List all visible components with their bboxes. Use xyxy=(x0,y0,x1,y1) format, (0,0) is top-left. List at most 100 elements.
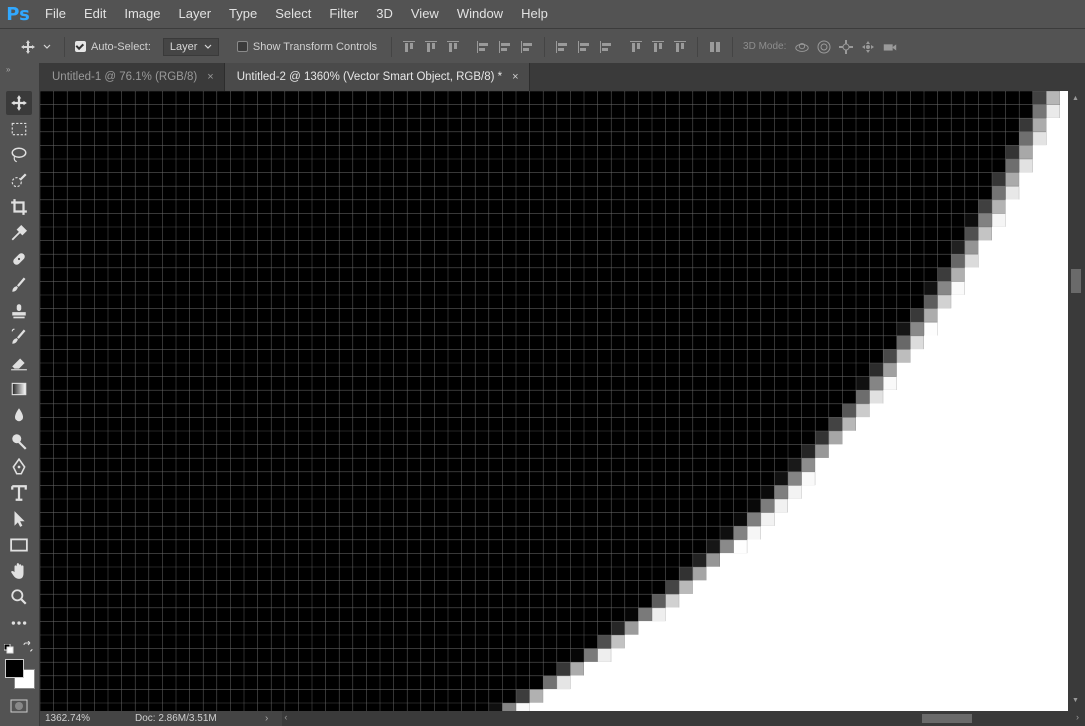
document-tab[interactable]: Untitled-2 @ 1360% (Vector Smart Object,… xyxy=(224,63,530,91)
separator xyxy=(697,36,699,57)
menu-edit[interactable]: Edit xyxy=(75,0,115,28)
align-icons xyxy=(398,39,538,55)
brush-icon[interactable] xyxy=(6,273,32,297)
quick-mask-icon[interactable] xyxy=(9,699,29,713)
zoom-icon[interactable] xyxy=(6,585,32,609)
align-vcenter-icon[interactable] xyxy=(423,39,439,55)
collapse-panel-icon[interactable]: » xyxy=(6,65,10,74)
separator xyxy=(544,36,546,57)
zoom-level[interactable]: 1362.74% xyxy=(40,713,125,724)
3d-camera-icon[interactable] xyxy=(882,39,898,55)
menu-layer[interactable]: Layer xyxy=(170,0,221,28)
quick-select-icon[interactable] xyxy=(6,169,32,193)
tab-list: Untitled-1 @ 76.1% (RGB/8) × Untitled-2 @ … xyxy=(40,63,530,91)
status-menu-chevron-icon[interactable]: › xyxy=(265,713,268,724)
gradient-icon[interactable] xyxy=(6,377,32,401)
3d-mode-label: 3D Mode: xyxy=(743,41,787,52)
menu-filter[interactable]: Filter xyxy=(320,0,367,28)
menu-type[interactable]: Type xyxy=(220,0,266,28)
menu-view[interactable]: View xyxy=(402,0,448,28)
align-right-icon[interactable] xyxy=(519,39,535,55)
menu-3d[interactable]: 3D xyxy=(367,0,402,28)
3d-orbit-icon[interactable] xyxy=(794,39,810,55)
status-bar: 1362.74% Doc: 2.86M/3.51M › ‹ › xyxy=(40,711,1085,726)
show-transform-checkbox[interactable] xyxy=(236,41,248,52)
vertical-scrollbar[interactable]: ▲ ▼ xyxy=(1068,91,1085,711)
scroll-left-icon[interactable]: ‹ xyxy=(284,712,287,722)
pixel-grid-artwork xyxy=(40,91,1070,711)
menu-items: File Edit Image Layer Type Select Filter 3D View… xyxy=(36,0,557,28)
doc-size: Doc: 2.86M/3.51M xyxy=(135,713,217,724)
document-tab[interactable]: Untitled-1 @ 76.1% (RGB/8) × xyxy=(40,63,225,91)
horizontal-scrollbar[interactable]: ‹ › xyxy=(282,711,1085,726)
align-top-icon[interactable] xyxy=(401,39,417,55)
distribute-top-icon[interactable] xyxy=(554,39,570,55)
foreground-color-swatch[interactable] xyxy=(5,659,24,678)
separator xyxy=(732,36,734,57)
separator xyxy=(64,36,65,57)
close-tab-icon[interactable]: × xyxy=(207,63,213,91)
path-select-icon[interactable] xyxy=(6,507,32,531)
photoshop-logo: Ps xyxy=(6,3,30,25)
tab-title: Untitled-1 @ 76.1% (RGB/8) xyxy=(52,71,198,83)
move-icon[interactable] xyxy=(6,91,32,115)
lasso-icon[interactable] xyxy=(6,143,32,167)
align-bottom-icon[interactable] xyxy=(445,39,461,55)
distribute-right-icon[interactable] xyxy=(672,39,688,55)
eraser-icon[interactable] xyxy=(6,351,32,375)
scroll-down-icon[interactable]: ▼ xyxy=(1072,697,1079,704)
vertical-scroll-thumb[interactable] xyxy=(1071,269,1081,293)
3d-roll-icon[interactable] xyxy=(816,39,832,55)
auto-select-target-dropdown[interactable]: Layer xyxy=(162,37,219,56)
auto-select-target-value: Layer xyxy=(169,40,198,53)
align-left-icon[interactable] xyxy=(475,39,491,55)
menu-help[interactable]: Help xyxy=(512,0,557,28)
history-brush-icon[interactable] xyxy=(6,325,32,349)
stamp-icon[interactable] xyxy=(6,299,32,323)
show-transform-label: Show Transform Controls xyxy=(252,40,378,53)
type-icon[interactable] xyxy=(6,481,32,505)
healing-icon[interactable] xyxy=(6,247,32,271)
3d-pan-icon[interactable] xyxy=(838,39,854,55)
distribute-left-icon[interactable] xyxy=(628,39,644,55)
canvas[interactable] xyxy=(40,91,1070,711)
menu-file[interactable]: File xyxy=(36,0,75,28)
auto-select-checkbox[interactable] xyxy=(75,41,86,52)
auto-select-label: Auto-Select: xyxy=(91,40,151,53)
distribute-bottom-icon[interactable] xyxy=(598,39,614,55)
distribute-hcenter-icon[interactable] xyxy=(650,39,666,55)
move-tool-icon[interactable] xyxy=(20,39,36,55)
distribute-vcenter-icon[interactable] xyxy=(576,39,592,55)
auto-align-icon[interactable] xyxy=(707,39,723,55)
eyedropper-icon[interactable] xyxy=(6,221,32,245)
hand-icon[interactable] xyxy=(6,559,32,583)
dodge-icon[interactable] xyxy=(6,429,32,453)
menu-image[interactable]: Image xyxy=(115,0,169,28)
marquee-icon[interactable] xyxy=(6,117,32,141)
menu-select[interactable]: Select xyxy=(266,0,320,28)
rectangle-icon[interactable] xyxy=(6,533,32,557)
tool-preset-dropdown-icon[interactable] xyxy=(39,39,55,55)
scroll-up-icon[interactable]: ▲ xyxy=(1072,95,1079,102)
menu-bar: Ps File Edit Image Layer Type Select Filter 3D V… xyxy=(0,0,1085,28)
options-bar: Auto-Select: Layer Show Transform Contro… xyxy=(0,28,1085,64)
auto-select-option[interactable]: Auto-Select: xyxy=(75,41,151,53)
default-colors-icon[interactable] xyxy=(3,643,14,654)
blur-icon[interactable] xyxy=(6,403,32,427)
3d-slide-icon[interactable] xyxy=(860,39,876,55)
crop-icon[interactable] xyxy=(6,195,32,219)
swap-colors-icon[interactable] xyxy=(22,640,34,653)
tools-panel: » xyxy=(0,63,40,726)
scroll-right-icon[interactable]: › xyxy=(1076,712,1079,722)
pen-icon[interactable] xyxy=(6,455,32,479)
close-tab-icon[interactable]: × xyxy=(512,63,518,91)
show-transform-option[interactable]: Show Transform Controls xyxy=(236,40,378,53)
chevron-down-icon xyxy=(204,44,212,49)
align-hcenter-icon[interactable] xyxy=(497,39,513,55)
menu-window[interactable]: Window xyxy=(448,0,512,28)
document-tabs: Untitled-1 @ 76.1% (RGB/8) × Untitled-2 @ … xyxy=(40,63,1085,91)
horizontal-scroll-thumb[interactable] xyxy=(922,714,973,723)
more-tools-icon[interactable] xyxy=(6,611,32,635)
distribute-icons xyxy=(551,39,691,55)
tab-title: Untitled-2 @ 1360% (Vector Smart Object,… xyxy=(236,71,503,83)
